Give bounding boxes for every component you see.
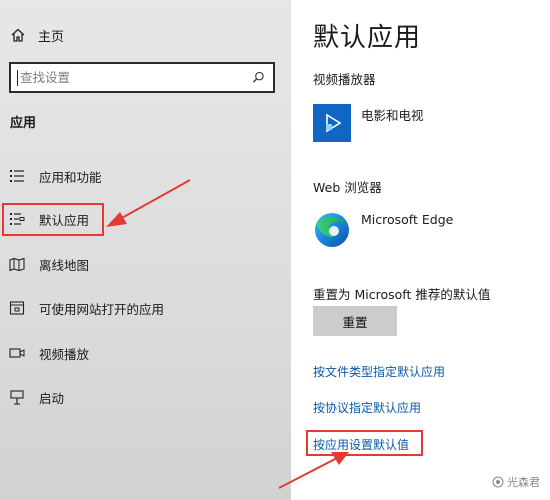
watermark-logo-icon xyxy=(492,476,504,488)
video-app-name: 电影和电视 xyxy=(361,108,424,123)
watermark-text: 光森君 xyxy=(507,476,540,489)
sidebar-item-offline-maps[interactable]: 离线地图 xyxy=(9,252,89,276)
page-title: 默认应用 xyxy=(313,23,422,53)
home-label: 主页 xyxy=(38,29,65,45)
reset-label: 重置为 Microsoft 推荐的默认值 xyxy=(313,287,491,302)
link-file-type-defaults[interactable]: 按文件类型指定默认应用 xyxy=(313,363,445,380)
sidebar-item-label: 视频播放 xyxy=(39,346,90,362)
sidebar-item-video-playback[interactable]: 视频播放 xyxy=(9,341,89,365)
reset-button[interactable]: 重置 xyxy=(313,306,397,336)
edge-icon xyxy=(315,213,349,247)
video-playback-icon xyxy=(9,348,25,358)
text-caret xyxy=(17,69,18,86)
sidebar: 主页 应用 应用和功能 默认应用 离线地图 xyxy=(0,0,291,500)
search-icon[interactable] xyxy=(252,71,265,84)
browser-label: Web 浏览器 xyxy=(313,180,382,195)
search-box[interactable] xyxy=(9,62,275,93)
browser-app[interactable]: Microsoft Edge xyxy=(313,211,453,249)
sidebar-item-label: 可使用网站打开的应用 xyxy=(39,301,165,317)
startup-icon xyxy=(10,390,24,405)
home-icon xyxy=(11,28,25,42)
sidebar-item-label: 应用和功能 xyxy=(39,169,102,185)
offline-maps-icon xyxy=(9,257,25,272)
apps-features-icon xyxy=(10,170,24,182)
sidebar-item-label: 启动 xyxy=(39,390,65,406)
home-nav-item[interactable]: 主页 xyxy=(10,24,64,46)
default-apps-icon xyxy=(10,213,25,225)
section-title: 应用 xyxy=(10,116,37,131)
video-player-label: 视频播放器 xyxy=(313,72,376,87)
watermark: 光森君 xyxy=(492,474,540,490)
main-content: 默认应用 视频播放器 电影和电视 Web 浏览器 Microsoft Edge xyxy=(291,0,550,500)
sidebar-item-label: 默认应用 xyxy=(39,212,90,228)
movies-tv-icon xyxy=(313,104,351,142)
sidebar-item-default-apps[interactable]: 默认应用 xyxy=(9,207,89,231)
browser-app-name: Microsoft Edge xyxy=(361,212,454,227)
apps-for-websites-icon xyxy=(9,301,25,315)
search-input[interactable] xyxy=(20,70,252,85)
video-player-app[interactable]: 电影和电视 xyxy=(313,104,424,142)
link-protocol-defaults[interactable]: 按协议指定默认应用 xyxy=(313,399,421,416)
sidebar-item-startup[interactable]: 启动 xyxy=(9,385,64,409)
sidebar-item-label: 离线地图 xyxy=(39,257,90,273)
sidebar-item-apps-for-websites[interactable]: 可使用网站打开的应用 xyxy=(9,296,164,320)
sidebar-item-apps-features[interactable]: 应用和功能 xyxy=(9,164,102,188)
link-app-defaults[interactable]: 按应用设置默认值 xyxy=(313,436,409,453)
